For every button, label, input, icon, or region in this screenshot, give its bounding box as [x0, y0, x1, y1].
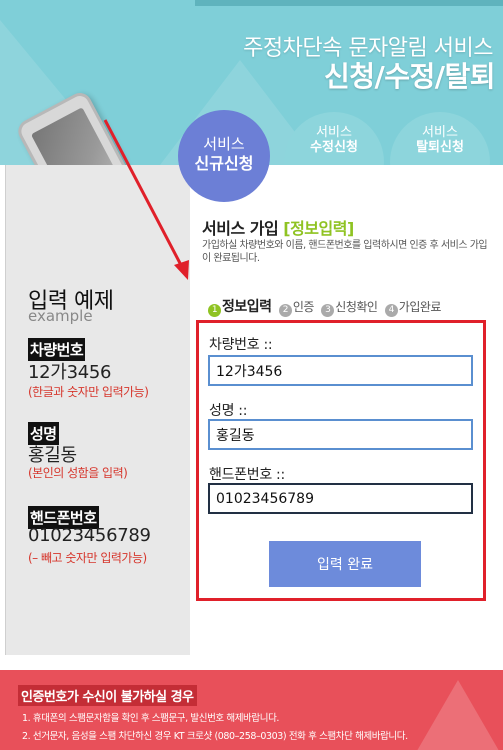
submit-button[interactable]: 입력 완료	[269, 541, 421, 587]
section-title-text: 서비스 가입	[202, 219, 279, 238]
car-number-label: 차량번호 ::	[209, 337, 273, 353]
header-top-bar	[195, 0, 503, 6]
name-input[interactable]	[208, 419, 473, 450]
example-phone-note: (– 빼고 숫자만 입력가능)	[28, 551, 147, 565]
car-number-input[interactable]	[208, 355, 473, 386]
notice-banner: 인증번호가 수신이 불가하실 경우 1. 휴대폰의 스팸문자함을 확인 후 스팸…	[0, 670, 503, 750]
phone-label: 핸드폰번호 ::	[209, 467, 285, 483]
section-description: 가입하실 차량번호와 이름, 핸드폰번호를 입력하시면 인증 후 서비스 가입이…	[202, 240, 488, 264]
notice-line-1: 1. 휴대폰의 스팸문자함을 확인 후 스팸문구, 발신번호 해제바랍니다.	[22, 713, 280, 724]
section-title: 서비스 가입 [정보입력]	[202, 215, 354, 239]
tab-modify-label: 수정신청	[310, 140, 358, 155]
step-1-label: 정보입력	[222, 299, 272, 315]
tab-withdraw-label: 탈퇴신청	[416, 140, 464, 155]
step-4-number: 4	[384, 304, 398, 317]
step-2: 2 인증	[278, 300, 315, 317]
example-car-note: (한글과 숫자만 입력가능)	[28, 385, 149, 399]
header-subtitle: 신청/수정/탈퇴	[323, 60, 496, 93]
name-label: 성명 ::	[209, 403, 248, 419]
tab-new-signup-label: 신규신청	[194, 154, 254, 173]
step-4: 4 가입완료	[384, 300, 442, 317]
step-3: 3 신청확인	[321, 300, 378, 317]
notice-title: 인증번호가 수신이 불가하실 경우	[18, 685, 197, 706]
example-car-value: 12가3456	[28, 362, 112, 383]
warning-icon	[403, 680, 503, 750]
example-phone-value: 01023456789	[28, 525, 151, 546]
tab-modify-line1: 서비스	[316, 125, 352, 140]
step-2-label: 인증	[292, 300, 315, 314]
step-1-number: 1	[208, 304, 221, 317]
signup-form: 차량번호 :: 성명 :: 핸드폰번호 :: 입력 완료	[196, 320, 486, 601]
step-2-number: 2	[278, 304, 292, 317]
step-3-number: 3	[321, 304, 335, 317]
section-title-highlight: [정보입력]	[283, 219, 354, 238]
tab-withdraw-line1: 서비스	[422, 125, 458, 140]
tab-new-signup-line1: 서비스	[203, 135, 245, 153]
notice-line-2: 2. 선거문자, 음성을 스팸 차단하신 경우 KT 크로샷 (080–258–…	[22, 731, 408, 742]
step-3-label: 신청확인	[335, 300, 378, 314]
step-4-label: 가입완료	[398, 300, 442, 314]
step-indicator: 1 정보입력 2 인증 3 신청확인 4 가입완료	[208, 296, 445, 317]
example-subtitle: example	[28, 307, 93, 325]
phone-input[interactable]	[208, 483, 473, 514]
example-name-note: (본인의 성함을 입력)	[28, 466, 128, 480]
tab-new-signup[interactable]: 서비스 신규신청	[178, 110, 270, 202]
step-1: 1 정보입력	[208, 299, 272, 317]
